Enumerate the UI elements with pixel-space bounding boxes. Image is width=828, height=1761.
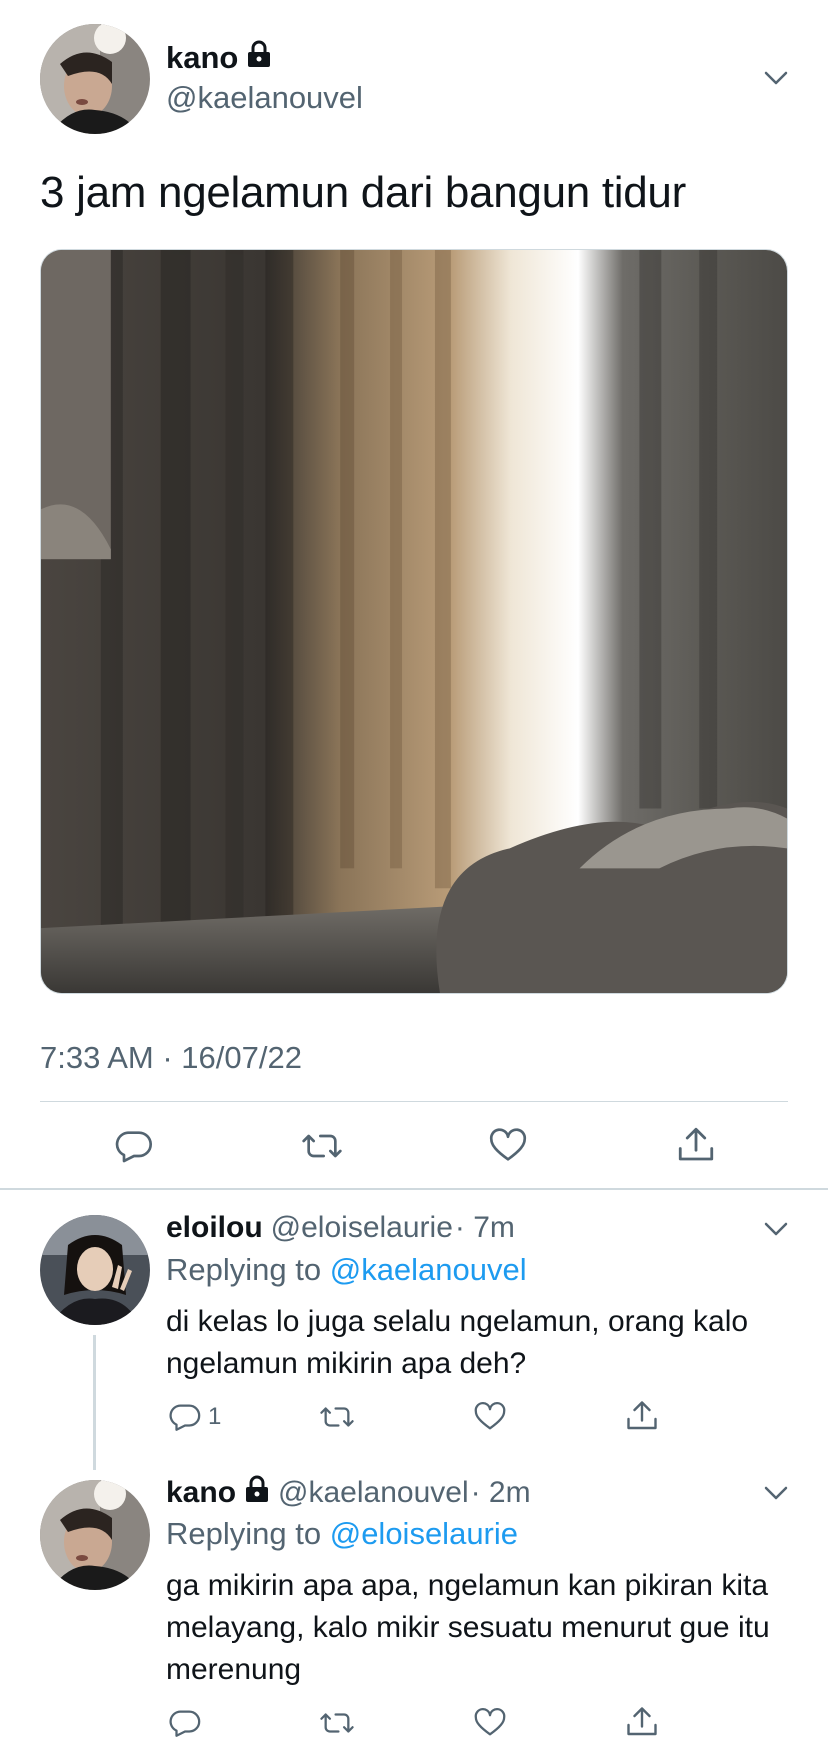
- reply-avatar[interactable]: [40, 1215, 150, 1325]
- reply-author-name[interactable]: eloilou: [166, 1211, 263, 1245]
- reply-time[interactable]: · 2m: [471, 1476, 531, 1510]
- divider: [40, 1101, 788, 1102]
- reply-icon: [114, 1126, 154, 1166]
- share-icon: [675, 1124, 717, 1166]
- reply-time[interactable]: · 7m: [455, 1211, 515, 1245]
- reply-avatar[interactable]: [40, 1480, 150, 1590]
- like-icon: [472, 1706, 508, 1740]
- replying-to-link[interactable]: @eloiselaurie: [330, 1516, 518, 1551]
- like-button[interactable]: [487, 1126, 529, 1166]
- reply-icon: [168, 1400, 202, 1434]
- like-button[interactable]: [472, 1706, 508, 1740]
- reply-count: 1: [208, 1403, 222, 1430]
- reply-header: kano @kaelanouvel · 2m: [166, 1475, 531, 1511]
- retweet-icon: [318, 1400, 356, 1434]
- chevron-down-icon[interactable]: [762, 64, 790, 92]
- like-icon: [472, 1400, 508, 1434]
- reply-text: ga mikirin apa apa, ngelamun kan pikiran…: [166, 1569, 770, 1686]
- thread-line: [93, 1335, 96, 1470]
- reply-header: eloilou @eloiselaurie · 7m: [166, 1211, 515, 1245]
- replying-prefix: Replying to: [166, 1516, 322, 1551]
- replying-prefix: Replying to: [166, 1252, 322, 1287]
- retweet-icon: [300, 1126, 344, 1166]
- chevron-down-icon[interactable]: [762, 1479, 790, 1507]
- author-name-text[interactable]: kano: [166, 40, 238, 76]
- author-avatar[interactable]: [40, 24, 150, 134]
- share-icon: [624, 1398, 660, 1434]
- share-icon: [624, 1704, 660, 1740]
- chevron-down-icon[interactable]: [762, 1215, 790, 1243]
- author-name[interactable]: kano: [166, 40, 272, 76]
- lock-icon: [246, 40, 272, 76]
- lock-icon: [244, 1475, 270, 1511]
- tweet-text: 3 jam ngelamun dari bangun tidur: [40, 168, 686, 217]
- like-icon: [487, 1126, 529, 1166]
- reply-icon: [168, 1706, 202, 1740]
- share-button[interactable]: [675, 1124, 717, 1166]
- like-button[interactable]: [472, 1400, 508, 1434]
- reply-author-name[interactable]: kano: [166, 1476, 236, 1510]
- retweet-icon: [318, 1706, 356, 1740]
- author-handle[interactable]: @kaelanouvel: [166, 80, 363, 116]
- replying-to: Replying to @kaelanouvel: [166, 1252, 527, 1288]
- section-divider: [0, 1188, 828, 1190]
- share-button[interactable]: [624, 1704, 660, 1740]
- retweet-button[interactable]: [318, 1706, 356, 1740]
- share-button[interactable]: [624, 1398, 660, 1434]
- reply-button[interactable]: [114, 1126, 154, 1166]
- tweet-timestamp[interactable]: 7:33 AM · 16/07/22: [40, 1040, 302, 1076]
- tweet-photo[interactable]: [40, 249, 788, 994]
- retweet-button[interactable]: [300, 1126, 344, 1166]
- reply-button[interactable]: [168, 1706, 202, 1740]
- replying-to: Replying to @eloiselaurie: [166, 1516, 518, 1552]
- reply-author-handle[interactable]: @kaelanouvel: [278, 1476, 469, 1510]
- reply-author-handle[interactable]: @eloiselaurie: [271, 1211, 453, 1245]
- replying-to-link[interactable]: @kaelanouvel: [330, 1252, 527, 1287]
- reply-button[interactable]: 1: [168, 1400, 221, 1434]
- reply-text: di kelas lo juga selalu ngelamun, orang …: [166, 1305, 749, 1380]
- retweet-button[interactable]: [318, 1400, 356, 1434]
